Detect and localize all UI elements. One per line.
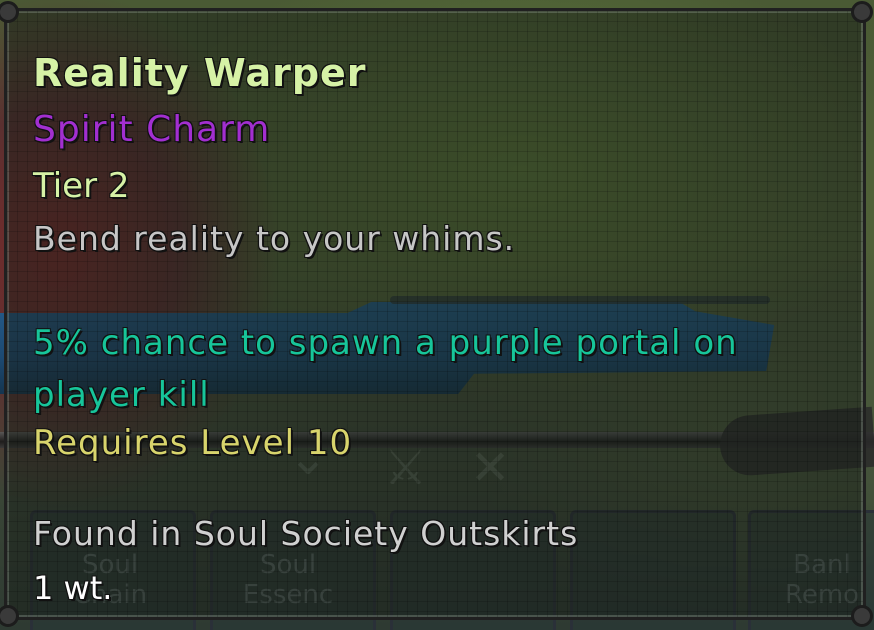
item-flavor-text: Bend reality to your whims. (33, 219, 516, 258)
item-requirement: Requires Level 10 (33, 423, 353, 463)
item-effect: 5% chance to spawn a purple portal on pl… (33, 323, 738, 415)
item-location: Found in Soul Society Outskirts (33, 514, 579, 553)
frame-corner (0, 1, 19, 23)
item-weight: 1 wt. (33, 569, 113, 607)
item-tier: Tier 2 (33, 166, 130, 206)
item-name: Reality Warper (33, 51, 367, 95)
item-type: Spirit Charm (33, 109, 271, 150)
item-tooltip: Reality Warper Spirit Charm Tier 2 Bend … (0, 1, 873, 627)
frame-corner (851, 1, 873, 23)
frame-corner (851, 605, 873, 627)
